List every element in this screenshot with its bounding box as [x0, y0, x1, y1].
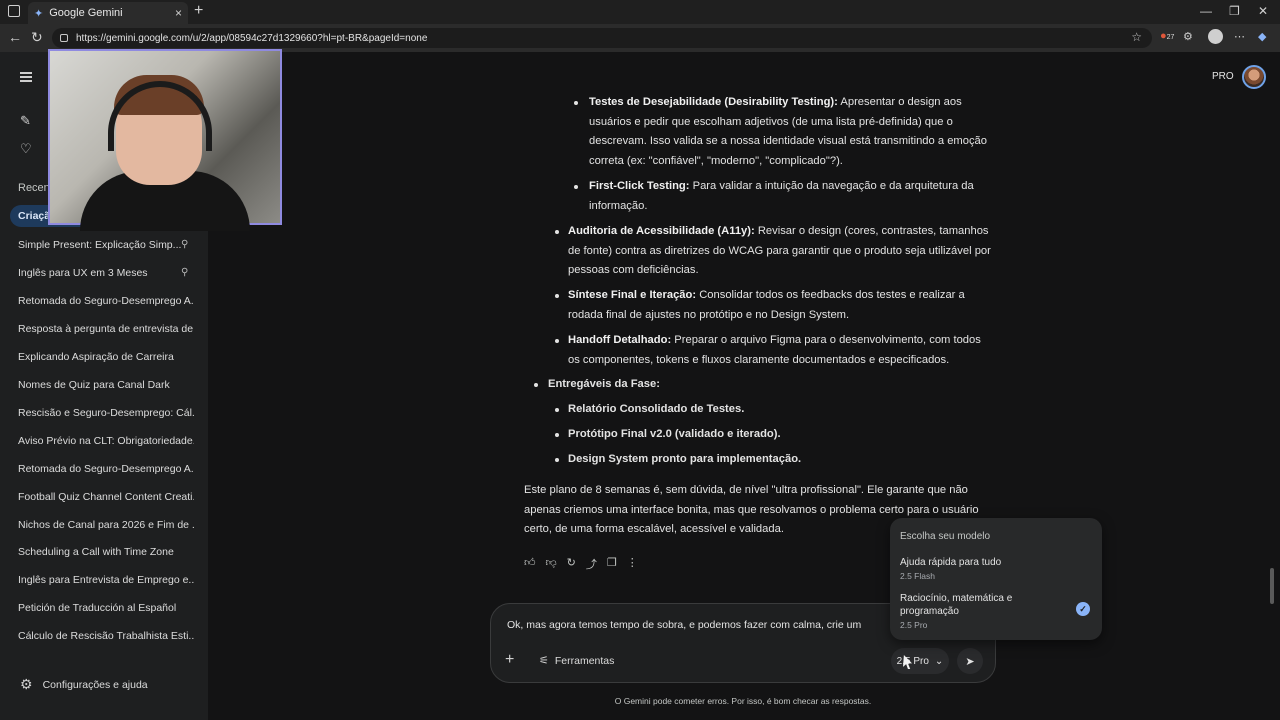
minimize-button[interactable]: — — [1200, 4, 1212, 18]
browser-chrome: ✦ Google Gemini × + — ❐ ✕ ← ↻ https://ge… — [0, 0, 1280, 52]
response-item-title: Handoff Detalhado: — [568, 334, 672, 346]
response-item: First-Click Testing: Para validar a intu… — [589, 177, 989, 216]
thumbs-up-icon[interactable]: 👍︎ — [524, 556, 536, 572]
model-selector[interactable]: 2.5 Pro ⌄ — [891, 648, 949, 674]
prompt-input[interactable]: Ok, mas agora temos tempo de sobra, e po… — [507, 619, 861, 631]
deliverable-item: Relatório Consolidado de Testes. — [568, 403, 745, 415]
gemini-logo-icon: ✦ — [34, 7, 44, 20]
tools-icon: ⚟ — [539, 655, 549, 667]
back-button[interactable]: ← — [8, 29, 22, 45]
model-menu-title: Escolha seu modelo — [900, 531, 991, 542]
address-bar[interactable]: https://gemini.google.com/u/2/app/08594c… — [52, 28, 1152, 48]
site-info-icon[interactable] — [60, 34, 68, 42]
settings-label: Configurações e ajuda — [42, 678, 148, 691]
tab-actions-icon[interactable] — [8, 5, 20, 17]
sidebar-item[interactable]: Aviso Prévio na CLT: Obrigatoriedade... — [18, 435, 194, 447]
menu-icon[interactable] — [20, 72, 32, 82]
sidebar-item[interactable]: Inglês para Entrevista de Emprego e... — [18, 574, 194, 586]
sidebar-item[interactable]: Petición de Traducción al Español — [18, 602, 194, 614]
scrollbar[interactable] — [1270, 568, 1274, 604]
bullet-icon — [555, 408, 559, 412]
sidebar-item[interactable]: Simple Present: Explicação Simp... — [18, 239, 194, 251]
response-item: Síntese Final e Iteração: Consolidar tod… — [568, 286, 993, 325]
sidebar-item[interactable]: Explicando Aspiração de Carreira — [18, 351, 194, 363]
response-item-title: Síntese Final e Iteração: — [568, 289, 697, 301]
extensions-puzzle-icon[interactable]: ⚙ — [1183, 30, 1193, 43]
bullet-icon — [534, 383, 538, 387]
response-item-title: First-Click Testing: — [589, 180, 690, 192]
bullet-icon — [574, 185, 578, 189]
model-option-label: Ajuda rápida para tudo — [900, 557, 1002, 568]
response-item: Handoff Detalhado: Preparar o arquivo Fi… — [568, 331, 993, 370]
settings-button[interactable]: ⚙ Configurações e ajuda — [20, 676, 148, 693]
model-menu: Escolha seu modelo Ajuda rápida para tud… — [890, 518, 1102, 640]
bookmark-star-icon[interactable]: ☆ — [1131, 30, 1142, 44]
chevron-down-icon: ⌄ — [934, 655, 944, 667]
sidebar-item[interactable]: Nomes de Quiz para Canal Dark — [18, 379, 194, 391]
disclaimer: O Gemini pode cometer erros. Por isso, é… — [614, 696, 872, 706]
tab-bar: ✦ Google Gemini × + — ❐ ✕ — [0, 0, 1280, 24]
sidebar-item[interactable]: Retomada do Seguro-Desemprego A... — [18, 463, 194, 475]
bullet-icon — [555, 339, 559, 343]
copy-icon[interactable]: ❐ — [607, 556, 617, 572]
send-button[interactable]: ➤ — [957, 648, 983, 674]
sidebar-item[interactable]: Retomada do Seguro-Desemprego A... — [18, 295, 194, 307]
response-item-title: Testes de Desejabilidade (Desirability T… — [589, 96, 838, 108]
bullet-icon — [574, 101, 578, 105]
gear-icon: ⚙ — [20, 676, 33, 692]
sidebar-item[interactable]: Inglês para UX em 3 Meses — [18, 267, 194, 279]
sidebar-item[interactable]: Scheduling a Call with Time Zone — [18, 546, 194, 558]
bullet-icon — [555, 294, 559, 298]
sidebar-item[interactable]: Cálculo de Rescisão Trabalhista Esti... — [18, 630, 194, 642]
sidebar-item[interactable]: Resposta à pergunta de entrevista de... — [18, 323, 194, 335]
webcam-overlay — [48, 49, 282, 231]
tab-gemini[interactable]: ✦ Google Gemini × — [28, 2, 188, 24]
bullet-icon — [555, 230, 559, 234]
tab-title: Google Gemini — [49, 7, 123, 19]
model-option-flash[interactable]: Ajuda rápida para tudo 2.5 Flash — [900, 556, 1001, 581]
extension-badge: 27 — [1166, 34, 1175, 41]
more-options-icon[interactable]: ⋮ — [627, 556, 638, 572]
gems-icon[interactable]: ♡ — [20, 141, 32, 157]
model-option-version: 2.5 Pro — [900, 620, 928, 630]
copilot-icon[interactable]: ◆ — [1258, 30, 1266, 43]
reload-button[interactable]: ↻ — [31, 29, 43, 46]
model-selector-label: 2.5 Pro — [896, 655, 929, 667]
profile-icon[interactable] — [1208, 29, 1223, 44]
avatar[interactable] — [1242, 65, 1266, 89]
deliverables-title: Entregáveis da Fase: — [548, 378, 660, 390]
sidebar-item[interactable]: Rescisão e Seguro-Desemprego: Cál... — [18, 407, 194, 419]
extension-icon[interactable]: ●27 — [1160, 30, 1174, 42]
response-item: Auditoria de Acessibilidade (A11y): Revi… — [568, 222, 993, 281]
model-option-label: Raciocínio, matemática e programação — [900, 593, 1013, 617]
response-item: Testes de Desejabilidade (Desirability T… — [589, 93, 989, 172]
regenerate-icon[interactable]: ↻ — [567, 556, 576, 572]
close-tab-icon[interactable]: × — [175, 6, 182, 20]
sidebar-item[interactable]: Nichos de Canal para 2026 e Fim de ... — [18, 519, 194, 531]
more-menu-icon[interactable]: ⋯ — [1234, 30, 1245, 43]
plan-badge: PRO — [1212, 71, 1234, 82]
sidebar-item[interactable]: Football Quiz Channel Content Creati... — [18, 491, 194, 503]
url-text: https://gemini.google.com/u/2/app/08594c… — [76, 32, 428, 44]
model-option-version: 2.5 Flash — [900, 571, 935, 581]
new-chat-icon[interactable]: ✎ — [20, 113, 31, 129]
deliverable-item: Design System pronto para implementação. — [568, 453, 802, 465]
pin-icon: ⚲ — [181, 267, 189, 278]
add-attachment-button[interactable]: + — [505, 651, 514, 669]
thumbs-down-icon[interactable]: 👎︎ — [546, 556, 557, 572]
tools-button[interactable]: ⚟ Ferramentas — [539, 654, 615, 668]
share-icon[interactable]: ⤴ — [586, 556, 597, 572]
close-window-button[interactable]: ✕ — [1258, 4, 1268, 18]
bullet-icon — [555, 458, 559, 462]
bullet-icon — [555, 433, 559, 437]
new-tab-button[interactable]: + — [194, 2, 203, 20]
pin-icon: ⚲ — [181, 239, 189, 250]
tools-label: Ferramentas — [554, 654, 615, 667]
model-option-pro[interactable]: Raciocínio, matemática e programação 2.5… — [900, 592, 1050, 630]
deliverable-item: Protótipo Final v2.0 (validado e iterado… — [568, 428, 781, 440]
response-actions: 👍︎ 👎︎ ↻ ⤴ ❐ ⋮ — [524, 556, 638, 572]
response-item-title: Auditoria de Acessibilidade (A11y): — [568, 225, 755, 237]
check-icon: ✓ — [1076, 602, 1090, 616]
maximize-button[interactable]: ❐ — [1229, 4, 1240, 18]
